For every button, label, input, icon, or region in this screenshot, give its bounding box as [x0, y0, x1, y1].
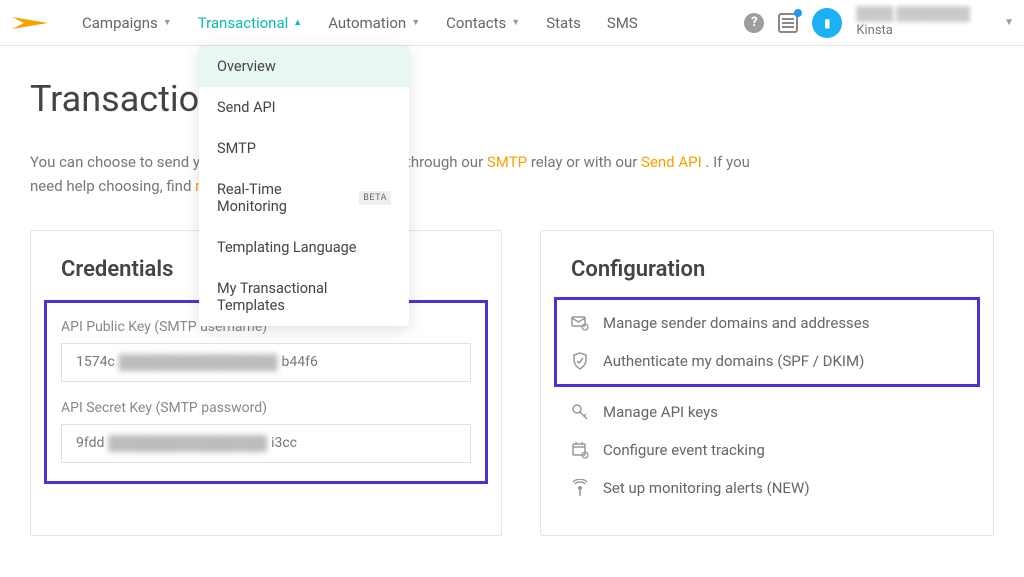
key-icon	[571, 403, 589, 421]
beta-badge: BETA	[359, 191, 391, 205]
main-nav: Campaigns ▼ Transactional ▲ Automation ▼…	[74, 10, 646, 36]
notification-dot-icon	[794, 9, 802, 17]
top-header: Campaigns ▼ Transactional ▲ Automation ▼…	[0, 0, 1024, 46]
config-manage-sender[interactable]: Manage sender domains and addresses	[571, 304, 963, 342]
configuration-highlight: Manage sender domains and addresses Auth…	[554, 297, 980, 387]
user-name: ████ ████████	[856, 7, 970, 23]
value-blurred: ████████████████	[108, 435, 267, 452]
envelope-gear-icon	[571, 314, 589, 332]
value-blurred: ████████████████	[119, 354, 278, 371]
nav-label: Stats	[546, 14, 581, 32]
user-org: Kinsta	[856, 23, 970, 39]
value-suffix: b44f6	[282, 354, 318, 371]
secret-key-label: API Secret Key (SMTP password)	[61, 400, 471, 416]
dropdown-item-label: My Transactional Templates	[217, 280, 391, 314]
dropdown-item-smtp[interactable]: SMTP	[199, 128, 409, 169]
dropdown-item-label: Overview	[217, 58, 276, 75]
chevron-up-icon: ▲	[293, 17, 302, 28]
config-event-tracking[interactable]: Configure event tracking	[571, 431, 963, 469]
shield-icon	[571, 352, 589, 370]
nav-label: Automation	[328, 14, 406, 32]
avatar[interactable]: ▮	[812, 8, 842, 38]
help-icon[interactable]: ?	[744, 13, 764, 33]
nav-transactional[interactable]: Transactional ▲	[190, 10, 311, 36]
chevron-down-icon: ▼	[511, 17, 520, 28]
config-item-label: Manage API keys	[603, 403, 718, 421]
calendar-gear-icon	[571, 441, 589, 459]
config-item-label: Set up monitoring alerts (NEW)	[603, 479, 810, 497]
secret-key-value[interactable]: 9fdd ████████████████ i3cc	[61, 424, 471, 463]
intro-mid: relay or with our	[531, 153, 641, 171]
nav-automation[interactable]: Automation ▼	[320, 10, 428, 36]
value-prefix: 9fdd	[76, 435, 104, 452]
smtp-link[interactable]: SMTP	[487, 153, 527, 171]
nav-label: Contacts	[446, 14, 506, 32]
credentials-highlight: API Public Key (SMTP username) 1574c ███…	[44, 300, 488, 484]
nav-contacts[interactable]: Contacts ▼	[438, 10, 528, 36]
config-authenticate-domains[interactable]: Authenticate my domains (SPF / DKIM)	[571, 342, 963, 380]
dropdown-item-templates[interactable]: My Transactional Templates	[199, 268, 409, 326]
transactional-dropdown: Overview Send API SMTP Real-Time Monitor…	[199, 46, 409, 326]
nav-campaigns[interactable]: Campaigns ▼	[74, 10, 180, 36]
config-item-label: Configure event tracking	[603, 441, 765, 459]
dropdown-item-label: Real-Time Monitoring	[217, 181, 351, 215]
config-item-label: Manage sender domains and addresses	[603, 314, 870, 332]
nav-stats[interactable]: Stats	[538, 10, 589, 36]
logo[interactable]	[10, 10, 50, 36]
page-body: Transactional You can choose to send you…	[0, 46, 1024, 556]
nav-label: SMS	[607, 14, 638, 32]
value-prefix: 1574c	[76, 354, 115, 371]
nav-label: Campaigns	[82, 14, 158, 32]
notifications-button[interactable]	[778, 13, 798, 33]
configuration-heading: Configuration	[571, 257, 963, 282]
send-api-link[interactable]: Send API	[641, 153, 702, 171]
page-title: Transactional	[30, 78, 994, 120]
dropdown-item-overview[interactable]: Overview	[199, 46, 409, 87]
logo-arrow-icon	[10, 11, 50, 35]
value-suffix: i3cc	[271, 435, 297, 452]
dropdown-item-realtime[interactable]: Real-Time Monitoring BETA	[199, 169, 409, 227]
cards-row: Credentials API Public Key (SMTP usernam…	[30, 230, 994, 536]
antenna-icon	[571, 479, 589, 497]
dropdown-item-templating[interactable]: Templating Language	[199, 227, 409, 268]
dropdown-item-label: SMTP	[217, 140, 256, 157]
config-monitoring-alerts[interactable]: Set up monitoring alerts (NEW)	[571, 469, 963, 507]
nav-label: Transactional	[198, 14, 289, 32]
nav-sms[interactable]: SMS	[599, 10, 646, 36]
dropdown-item-label: Templating Language	[217, 239, 357, 256]
chevron-down-icon: ▼	[163, 17, 172, 28]
configuration-card: Configuration Manage sender domains and …	[540, 230, 994, 536]
config-manage-api-keys[interactable]: Manage API keys	[571, 393, 963, 431]
header-right: ? ▮ ████ ████████ Kinsta ▼	[744, 7, 1014, 38]
chevron-down-icon: ▼	[411, 17, 420, 28]
config-item-label: Authenticate my domains (SPF / DKIM)	[603, 352, 864, 370]
dropdown-item-label: Send API	[217, 99, 276, 116]
public-key-value[interactable]: 1574c ████████████████ b44f6	[61, 343, 471, 382]
chevron-down-icon[interactable]: ▼	[1004, 17, 1014, 28]
dropdown-item-send-api[interactable]: Send API	[199, 87, 409, 128]
user-menu[interactable]: ████ ████████ Kinsta	[856, 7, 970, 38]
